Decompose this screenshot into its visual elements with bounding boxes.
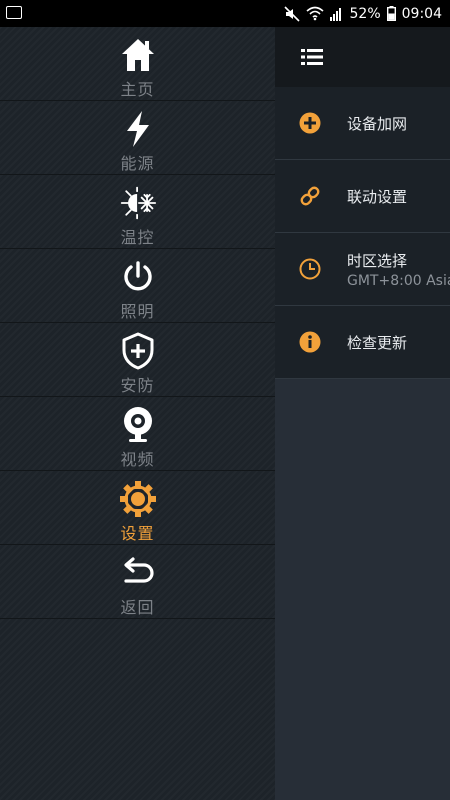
status-bar: 52% 09:04	[0, 0, 450, 27]
power-icon	[123, 261, 152, 291]
gear-icon	[119, 481, 156, 517]
menu-item-lighting[interactable]: 照明	[0, 249, 275, 323]
settings-item-timezone[interactable]: 时区选择 GMT+8:00 Asia/	[275, 233, 450, 306]
menu-item-back[interactable]: 返回	[0, 545, 275, 619]
list-menu-icon[interactable]	[301, 48, 323, 66]
webcam-icon	[123, 407, 152, 442]
menu-item-home[interactable]: 主页	[0, 27, 275, 101]
settings-item-label: 检查更新	[347, 334, 408, 352]
menu-item-settings[interactable]: 设置	[0, 471, 275, 545]
menu-item-label: 能源	[120, 154, 155, 173]
menu-item-label: 设置	[120, 524, 155, 543]
wifi-icon	[305, 6, 324, 21]
battery-percent: 52%	[349, 5, 381, 22]
plus-circle-icon	[299, 112, 321, 134]
sun-snowflake-icon	[120, 186, 156, 220]
menu-item-video[interactable]: 视频	[0, 397, 275, 471]
settings-item-linkage[interactable]: 联动设置	[275, 160, 450, 233]
info-icon	[299, 331, 321, 353]
settings-item-label: 联动设置	[347, 188, 408, 206]
shield-plus-icon	[122, 332, 153, 370]
settings-item-add-device[interactable]: 设备加网	[275, 87, 450, 160]
menu-item-label: 温控	[120, 228, 155, 247]
link-icon	[300, 186, 320, 206]
settings-header	[275, 27, 450, 87]
menu-item-label: 主页	[120, 80, 155, 99]
signal-icon	[329, 7, 341, 21]
menu-item-security[interactable]: 安防	[0, 323, 275, 397]
menu-item-label: 照明	[120, 302, 155, 321]
menu-item-label: 安防	[120, 376, 155, 395]
gallery-notification-icon	[6, 6, 22, 19]
timezone-value: GMT+8:00 Asia/	[347, 273, 450, 289]
return-arrow-icon	[123, 557, 154, 583]
settings-item-label: 时区选择	[347, 252, 408, 270]
menu-item-label: 视频	[120, 450, 155, 469]
settings-item-check-update[interactable]: 检查更新	[275, 306, 450, 379]
settings-item-label: 设备加网	[347, 115, 408, 133]
settings-panel: 设备加网 联动设置 时区选择 GMT+8:00 Asia/ 检查更新	[275, 27, 450, 800]
menu-item-climate[interactable]: 温控	[0, 175, 275, 249]
battery-icon	[386, 6, 396, 21]
menu-item-energy[interactable]: 能源	[0, 101, 275, 175]
side-menu: 主页 能源 温控 照明 安防 视频 设置 返回	[0, 27, 275, 800]
settings-list: 设备加网 联动设置 时区选择 GMT+8:00 Asia/ 检查更新	[275, 87, 450, 379]
clock-time: 09:04	[401, 5, 442, 22]
menu-item-label: 返回	[120, 598, 155, 617]
mute-icon	[283, 5, 300, 22]
clock-icon	[299, 258, 321, 280]
lightning-icon	[126, 111, 149, 147]
home-icon	[121, 39, 154, 71]
